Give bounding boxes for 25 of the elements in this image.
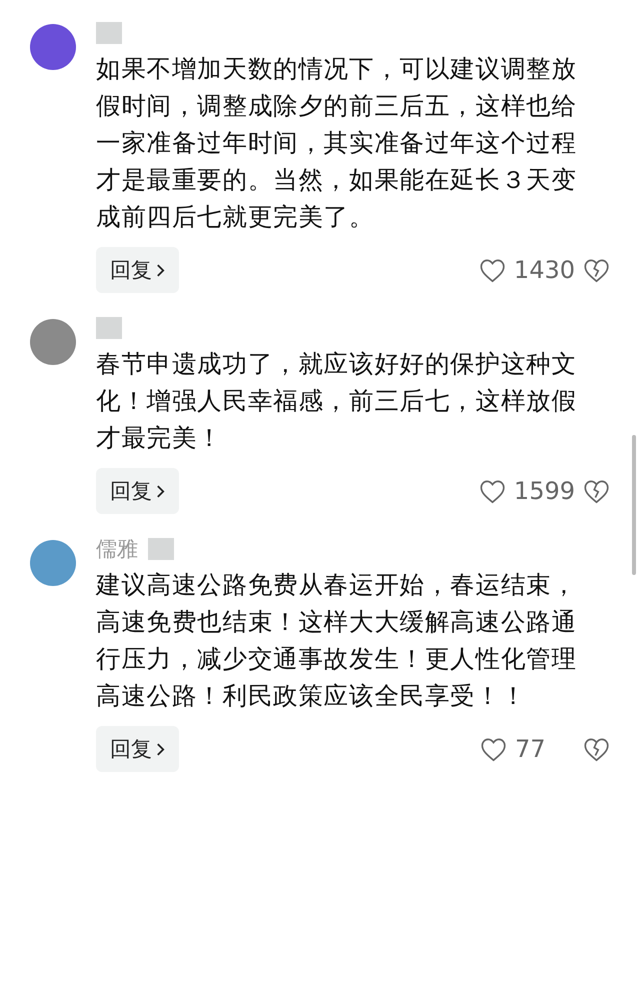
heart-icon[interactable] [480, 736, 507, 762]
broken-heart-icon[interactable] [583, 736, 610, 762]
broken-heart-icon[interactable] [583, 258, 610, 282]
like-count: 1430 [514, 256, 575, 284]
heart-icon[interactable] [478, 478, 506, 504]
chevron-icon [156, 742, 165, 756]
reply-button[interactable]: 回复 [96, 468, 179, 514]
redacted-block [96, 317, 122, 339]
redacted-block [148, 538, 174, 560]
chevron-icon [156, 262, 165, 278]
comment-text: 春节申遗成功了，就应该好好的保护这种文化！增强人民幸福感，前三后七，这样放假才最完美！ [96, 348, 578, 454]
scrollbar[interactable] [632, 435, 636, 575]
avatar[interactable] [30, 24, 76, 70]
redacted-block [96, 22, 122, 44]
reply-button[interactable]: 回复 [96, 726, 179, 772]
heart-icon[interactable] [478, 258, 506, 282]
chevron-icon [156, 484, 165, 498]
avatar[interactable] [30, 319, 76, 365]
like-count: 77 [515, 735, 547, 763]
comment-text: 建议高速公路免费从春运开始，春运结束，高速免费也结束！这样大大缓解高速公路通行压力，减少交通事故发生！更人性化管理高速公路！利民政策应该全民享受！！ [96, 569, 578, 712]
broken-heart-icon[interactable] [583, 478, 610, 504]
reply-button[interactable]: 回复 [96, 247, 179, 293]
comment-text: 如果不增加天数的情况下，可以建议调整放假时间，调整成除夕的前三后五，这样也给一家准备过年时间，其实准备过年这个过程才是最重要的。当然，如果能在延长３天变成前四后七就更完美了。 [96, 53, 578, 233]
like-count: 1599 [514, 477, 575, 505]
avatar[interactable] [30, 540, 76, 586]
